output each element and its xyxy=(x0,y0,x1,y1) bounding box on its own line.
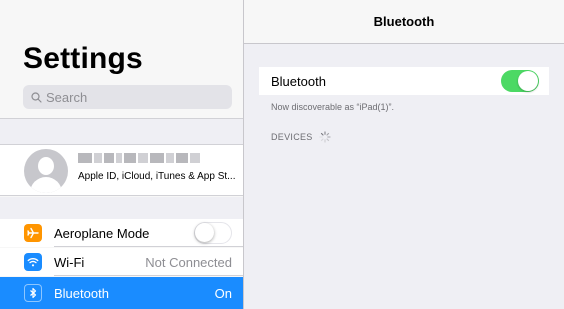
search-field[interactable]: Search xyxy=(23,85,232,109)
sidebar-item-wifi[interactable]: Wi-Fi Not Connected xyxy=(0,248,243,276)
bluetooth-label: Bluetooth xyxy=(271,74,326,89)
devices-label: DEVICES xyxy=(271,132,313,142)
bluetooth-icon xyxy=(24,284,42,302)
bluetooth-cell: Bluetooth xyxy=(259,67,549,95)
wifi-status: Not Connected xyxy=(145,254,232,270)
bluetooth-status: On xyxy=(214,285,232,301)
settings-sidebar: Settings Search Apple ID, iCloud, iTunes… xyxy=(0,0,244,309)
nav-title: Bluetooth xyxy=(373,14,435,29)
section-gap xyxy=(0,197,243,219)
search-icon xyxy=(31,91,42,103)
airplane-icon xyxy=(24,224,42,242)
account-subtitle: Apple ID, iCloud, iTunes & App St... xyxy=(78,171,236,182)
search-placeholder: Search xyxy=(46,89,88,105)
sidebar-item-aeroplane-mode[interactable]: Aeroplane Mode xyxy=(0,219,243,247)
apple-id-cell[interactable]: Apple ID, iCloud, iTunes & App St... xyxy=(0,144,243,196)
wifi-icon xyxy=(24,253,42,271)
sidebar-item-label: Wi-Fi xyxy=(54,254,85,270)
account-name-pixelated xyxy=(78,153,200,163)
sidebar-title: Settings xyxy=(23,42,143,75)
sidebar-item-bluetooth[interactable]: Bluetooth On xyxy=(0,277,243,309)
discoverable-text: Now discoverable as “iPad(1)”. xyxy=(271,102,395,112)
bluetooth-toggle[interactable] xyxy=(501,70,539,92)
detail-pane: Bluetooth Bluetooth Now discoverable as … xyxy=(244,0,564,309)
aeroplane-mode-toggle[interactable] xyxy=(194,222,232,244)
avatar xyxy=(24,149,68,193)
devices-header: DEVICES xyxy=(271,131,331,143)
section-gap xyxy=(0,119,243,144)
sidebar-item-label: Aeroplane Mode xyxy=(54,225,150,241)
spinner-icon xyxy=(319,131,331,143)
sidebar-item-label: Bluetooth xyxy=(54,285,109,301)
nav-bar: Bluetooth xyxy=(244,0,564,44)
